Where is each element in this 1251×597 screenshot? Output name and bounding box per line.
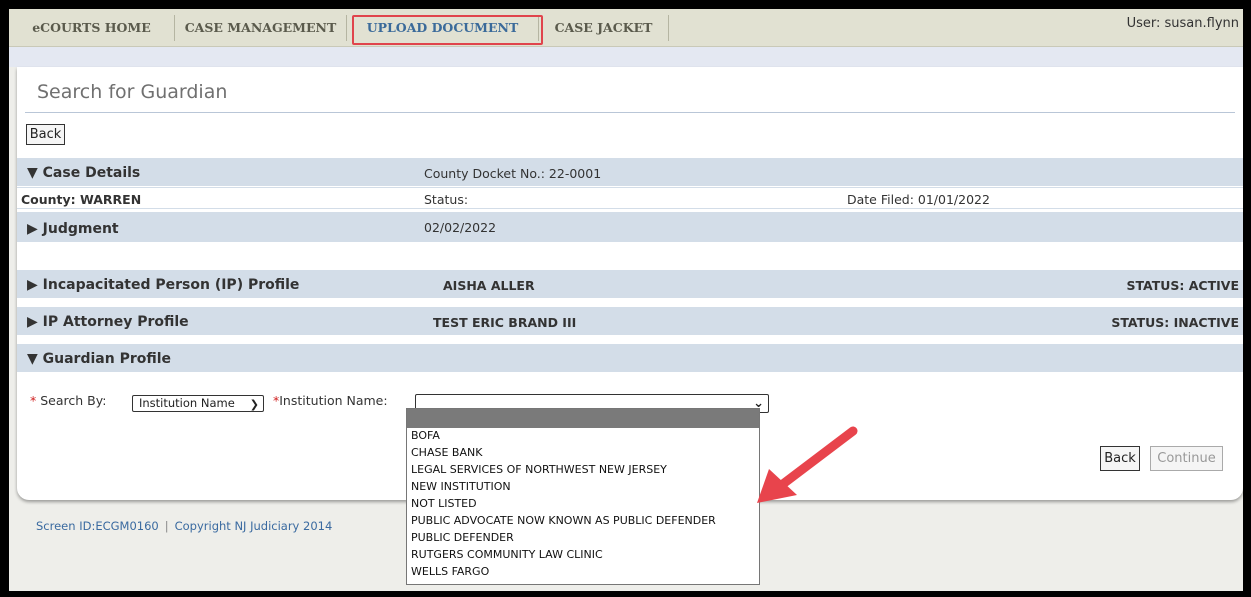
institution-dropdown-list: BOFA CHASE BANK LEGAL SERVICES OF NORTHW…	[406, 408, 760, 585]
ip-attorney-label: IP Attorney Profile	[42, 314, 189, 330]
dropdown-option[interactable]: WELLS FARGO	[411, 565, 489, 578]
guardian-profile-label: Guardian Profile	[42, 351, 172, 367]
footer-separator: |	[164, 519, 169, 533]
dropdown-option[interactable]: NEW INSTITUTION	[411, 480, 511, 493]
page-title: Search for Guardian	[37, 81, 228, 103]
tab-highlight-box	[352, 15, 543, 45]
continue-button[interactable]: Continue	[1150, 446, 1223, 471]
guardian-profile-title: ▼ Guardian Profile	[27, 351, 171, 367]
dropdown-option[interactable]: PUBLIC DEFENDER	[411, 531, 514, 544]
title-divider	[25, 112, 1235, 113]
search-by-select[interactable]: Institution Name ❯	[132, 395, 264, 412]
annotation-arrow-icon	[757, 426, 858, 503]
triangle-down-icon: ▼	[27, 351, 38, 367]
search-by-value: Institution Name	[139, 396, 235, 410]
back-button-top[interactable]: Back	[26, 124, 65, 145]
docket-number: County Docket No.: 22-0001	[424, 166, 602, 181]
triangle-right-icon: ▶	[27, 314, 38, 330]
dropdown-option[interactable]: CHASE BANK	[411, 446, 482, 459]
date-filed-value: Date Filed: 01/01/2022	[847, 192, 990, 207]
tab-ecourts-home[interactable]: eCOURTS HOME	[9, 15, 175, 41]
ip-status: STATUS: ACTIVE	[1126, 278, 1239, 293]
copyright: Copyright NJ Judiciary 2014	[174, 519, 333, 533]
triangle-down-icon: ▼	[27, 165, 38, 181]
search-by-label: * Search By:	[30, 393, 107, 408]
judgment-title: ▶ Judgment	[27, 221, 119, 237]
triangle-right-icon: ▶	[27, 277, 38, 293]
top-navigation: eCOURTS HOME CASE MANAGEMENT UPLOAD DOCU…	[9, 9, 1243, 47]
institution-name-label: *Institution Name:	[273, 393, 388, 408]
case-details-header[interactable]: ▼ Case Details County Docket No.: 22-000…	[17, 156, 1243, 186]
ip-attorney-name: TEST ERIC BRAND III	[433, 315, 577, 330]
ip-profile-header[interactable]: ▶ Incapacitated Person (IP) Profile AISH…	[17, 268, 1243, 298]
user-label: User: susan.flynn	[1126, 16, 1239, 31]
county-value: County: WARREN	[21, 192, 142, 207]
status-value: Status:	[424, 192, 469, 207]
dropdown-option[interactable]: RUTGERS COMMUNITY LAW CLINIC	[411, 548, 603, 561]
nav-band	[9, 47, 1243, 67]
ip-name: AISHA ALLER	[443, 278, 535, 293]
dropdown-option[interactable]: PUBLIC ADVOCATE NOW KNOWN AS PUBLIC DEFE…	[411, 514, 716, 527]
tab-case-jacket[interactable]: CASE JACKET	[539, 15, 669, 41]
case-details-title: ▼ Case Details	[27, 165, 140, 181]
case-details-info-row: County: WARREN Status: Date Filed: 01/01…	[17, 187, 1243, 209]
screen-id: Screen ID:ECGM0160	[36, 519, 159, 533]
footer: Screen ID:ECGM0160 | Copyright NJ Judiciar…	[36, 519, 332, 533]
back-button-bottom[interactable]: Back	[1100, 446, 1140, 471]
ip-attorney-status: STATUS: INACTIVE	[1111, 315, 1239, 330]
guardian-profile-header[interactable]: ▼ Guardian Profile	[17, 342, 1243, 372]
ip-attorney-header[interactable]: ▶ IP Attorney Profile TEST ERIC BRAND II…	[17, 305, 1243, 335]
ip-profile-label: Incapacitated Person (IP) Profile	[42, 277, 300, 293]
dropdown-option-blank[interactable]	[407, 409, 759, 428]
judgment-date: 02/02/2022	[424, 220, 497, 235]
dropdown-option[interactable]: NOT LISTED	[411, 497, 477, 510]
tab-case-management[interactable]: CASE MANAGEMENT	[175, 15, 347, 41]
chevron-down-icon: ❯	[249, 398, 259, 411]
judgment-label: Judgment	[42, 221, 119, 237]
triangle-right-icon: ▶	[27, 221, 38, 237]
dropdown-option[interactable]: LEGAL SERVICES OF NORTHWEST NEW JERSEY	[411, 463, 667, 476]
judgment-header[interactable]: ▶ Judgment 02/02/2022	[17, 210, 1243, 242]
browser-frame: eCOURTS HOME CASE MANAGEMENT UPLOAD DOCU…	[9, 9, 1243, 591]
ip-profile-title: ▶ Incapacitated Person (IP) Profile	[27, 277, 299, 293]
case-details-label: Case Details	[42, 165, 141, 181]
dropdown-option[interactable]: BOFA	[411, 429, 440, 442]
ip-attorney-title: ▶ IP Attorney Profile	[27, 314, 189, 330]
